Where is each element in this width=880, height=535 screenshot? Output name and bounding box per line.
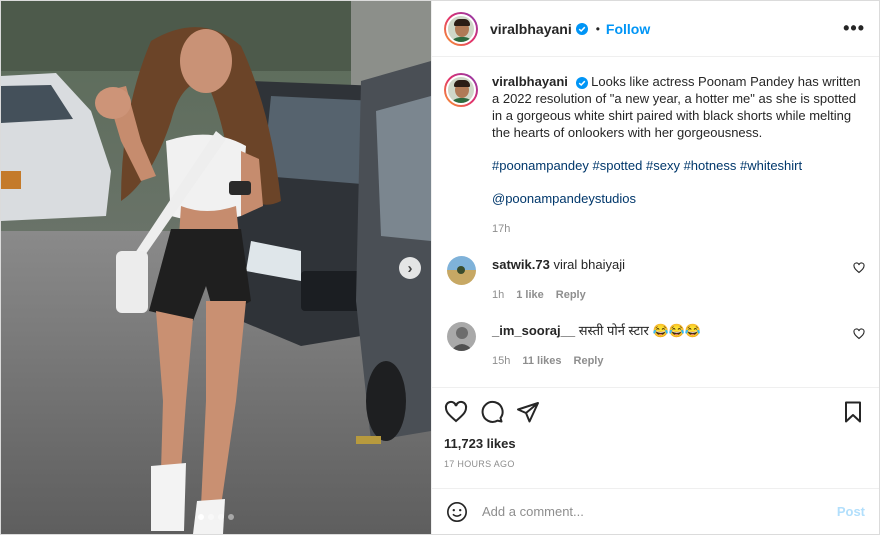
caption: viralbhayani Looks like actress Poonam P… — [444, 73, 865, 238]
carousel-dot — [228, 514, 234, 520]
chevron-right-icon: › — [407, 259, 413, 277]
likes-count[interactable]: 11,723 likes — [444, 436, 865, 451]
author-avatar[interactable] — [444, 11, 478, 46]
comments-list[interactable]: viralbhayani Looks like actress Poonam P… — [432, 57, 879, 387]
caption-avatar[interactable] — [444, 73, 478, 107]
comment-item: satwik.73 viral bhaiyaji 1h 1 like Reply — [444, 256, 865, 304]
comment-time[interactable]: 1h — [492, 287, 504, 304]
hashtag-link[interactable]: #hotness — [684, 158, 737, 173]
carousel-next-button[interactable]: › — [399, 257, 421, 279]
caption-time[interactable]: 17h — [492, 221, 865, 238]
like-comment-heart-icon[interactable] — [853, 328, 865, 340]
share-paper-plane-icon[interactable] — [516, 400, 540, 424]
more-options-icon[interactable]: ••• — [843, 18, 865, 39]
hashtag-link[interactable]: #spotted — [592, 158, 642, 173]
instagram-post: › viralbhayani • Follow ••• viralbhayani… — [0, 0, 880, 535]
commenter-username[interactable]: _im_sooraj__ — [492, 323, 575, 338]
carousel-dot — [208, 514, 214, 520]
comment-likes[interactable]: 11 likes — [522, 353, 561, 370]
comment-composer: Post — [432, 488, 879, 534]
post-comment-button[interactable]: Post — [837, 504, 865, 519]
commenter-avatar[interactable] — [447, 322, 476, 351]
header-separator: • — [595, 21, 600, 36]
carousel-dot — [218, 514, 224, 520]
comment-time[interactable]: 15h — [492, 353, 510, 370]
post-actions: 11,723 likes 17 HOURS AGO — [432, 387, 879, 488]
carousel-dots — [1, 514, 431, 520]
like-comment-heart-icon[interactable] — [853, 262, 865, 274]
post-media[interactable]: › — [1, 1, 431, 534]
like-heart-icon[interactable] — [444, 400, 468, 424]
comment-item: _im_sooraj__ सस्ती पोर्न स्टार 😂😂😂 15h 1… — [444, 322, 865, 370]
mention-link[interactable]: @poonampandeystudios — [492, 191, 636, 206]
save-bookmark-icon[interactable] — [841, 400, 865, 424]
comment-text: सस्ती पोर्न स्टार 😂😂😂 — [578, 323, 702, 338]
post-photo — [1, 1, 431, 534]
caption-hashtags: #poonampandey #spotted #sexy #hotness #w… — [492, 157, 865, 174]
comment-text: viral bhaiyaji — [553, 257, 625, 272]
post-panel: viralbhayani • Follow ••• viralbhayani L… — [431, 1, 879, 534]
posted-time[interactable]: 17 HOURS AGO — [444, 459, 865, 469]
verified-badge-icon — [575, 22, 588, 35]
hashtag-link[interactable]: #sexy — [646, 158, 680, 173]
post-header: viralbhayani • Follow ••• — [432, 1, 879, 57]
commenter-username[interactable]: satwik.73 — [492, 257, 550, 272]
comment-bubble-icon[interactable] — [480, 400, 504, 424]
caption-mention: @poonampandeystudios — [492, 190, 865, 207]
emoji-icon[interactable] — [446, 501, 468, 523]
reply-button[interactable]: Reply — [574, 353, 604, 370]
reply-button[interactable]: Reply — [556, 287, 586, 304]
comment-likes[interactable]: 1 like — [516, 287, 544, 304]
comment-input[interactable] — [482, 504, 837, 519]
hashtag-link[interactable]: #whiteshirt — [740, 158, 802, 173]
caption-username[interactable]: viralbhayani — [492, 74, 568, 89]
commenter-avatar[interactable] — [447, 256, 476, 285]
author-username[interactable]: viralbhayani — [490, 21, 572, 37]
follow-button[interactable]: Follow — [606, 21, 650, 37]
verified-badge-icon — [575, 76, 588, 89]
hashtag-link[interactable]: #poonampandey — [492, 158, 589, 173]
carousel-dot-active — [198, 514, 204, 520]
